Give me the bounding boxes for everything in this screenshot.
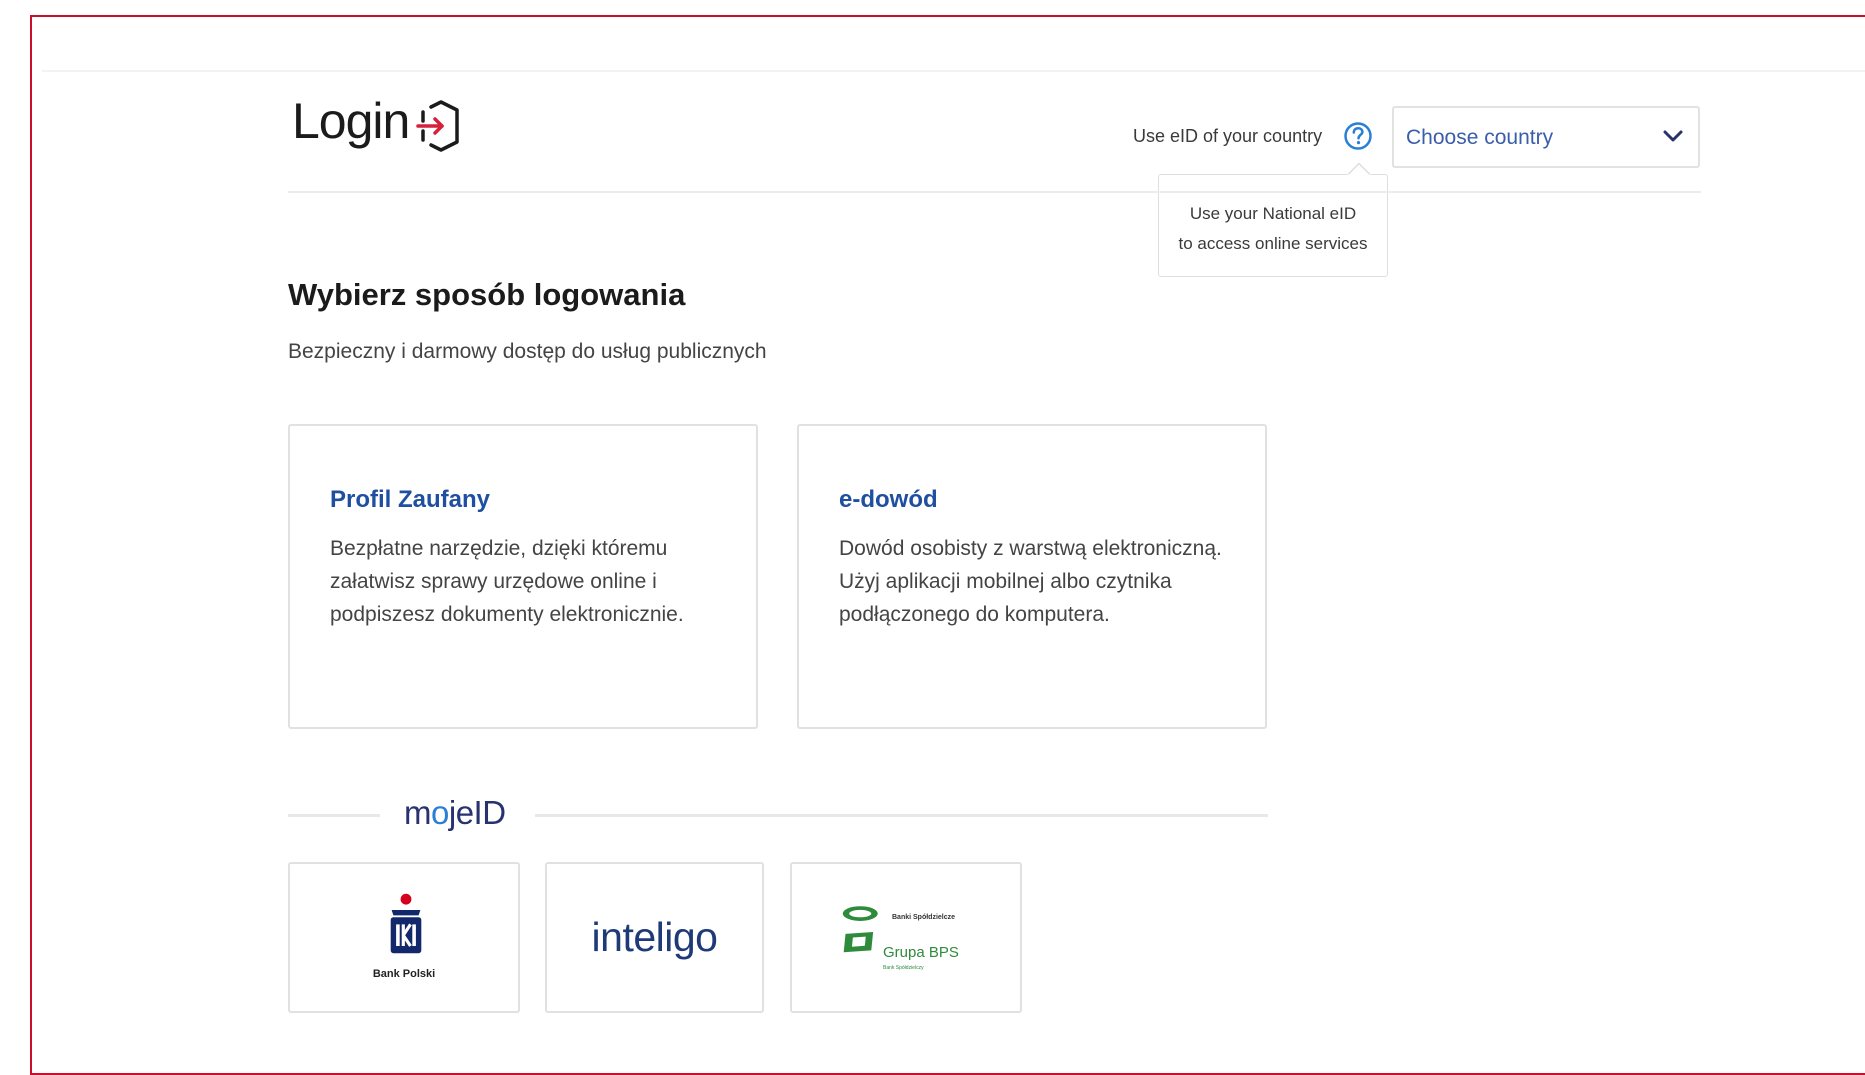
tooltip-arrow <box>1347 162 1371 176</box>
mojeid-divider-left <box>288 814 380 817</box>
section-subtitle: Bezpieczny i darmowy dostęp do usług pub… <box>288 340 767 363</box>
tooltip-line-1: Use your National eID <box>1189 204 1357 223</box>
e-dowod-card[interactable]: e-dowód Dowód osobisty z warstwą elektro… <box>797 424 1267 729</box>
mojeid-logo: mojeID <box>404 794 506 831</box>
card-title: Profil Zaufany <box>330 486 491 513</box>
bps-main-caption: Grupa BPS <box>883 944 959 961</box>
eid-tooltip: Use your National eID to access online s… <box>1158 174 1388 277</box>
inteligo-button[interactable]: inteligo <box>545 862 764 1013</box>
profil-zaufany-card[interactable]: Profil Zaufany Bezpłatne narzędzie, dzię… <box>288 424 758 729</box>
card-description: Bezpłatne narzędzie, dzięki któremu zała… <box>330 537 684 626</box>
tooltip-line-2: to access online services <box>1178 234 1368 253</box>
card-title: e-dowód <box>839 486 938 513</box>
bps-top-caption: Banki Spółdzielcze <box>892 914 956 921</box>
bps-logo-icon <box>842 906 878 953</box>
pko-logo-icon <box>390 893 422 954</box>
mojeid-divider-right <box>535 814 1268 817</box>
inteligo-logo: inteligo <box>591 914 718 960</box>
card-description: Dowód osobisty z warstwą elektroniczną. … <box>839 537 1222 626</box>
eid-label: Use eID of your country <box>1133 126 1323 146</box>
grupa-bps-button[interactable]: Banki Spółdzielcze Grupa BPS Bank Spółdz… <box>790 862 1022 1013</box>
bps-sub-caption: Bank Spółdzielczy <box>883 965 924 971</box>
top-divider <box>42 70 1865 72</box>
pko-caption: Bank Polski <box>372 968 436 980</box>
country-select[interactable]: Choose country <box>1392 106 1700 168</box>
header-divider <box>288 191 1701 193</box>
chevron-down-icon <box>1663 130 1683 142</box>
login-icon <box>416 100 459 152</box>
page-title: Login <box>292 93 410 149</box>
country-select-placeholder: Choose country <box>1406 126 1554 149</box>
section-title: Wybierz sposób logowania <box>288 277 686 312</box>
help-icon[interactable] <box>1343 121 1373 151</box>
pko-bank-polski-button[interactable]: Bank Polski <box>288 862 520 1013</box>
